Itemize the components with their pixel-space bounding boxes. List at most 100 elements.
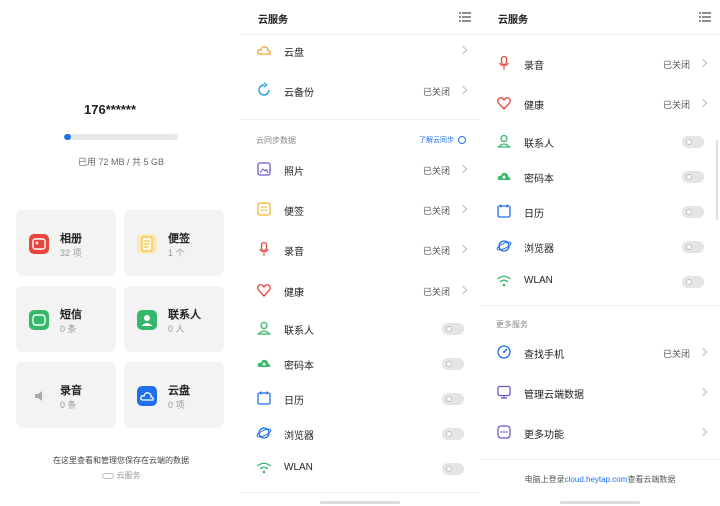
row-health[interactable]: 健康 已关闭 xyxy=(496,86,708,122)
cloud-settings-scrolled-screen: 云服务 录音 已关闭 健康 已关闭 联系人 密码本 日历 浏览器 WLAN 更多… xyxy=(480,0,720,506)
row-label: 联系人 xyxy=(524,139,554,150)
tile-count: 32 项 xyxy=(60,248,82,258)
row-password-book: 密码本 xyxy=(496,159,706,195)
sync-toggle-calendar[interactable] xyxy=(442,393,464,405)
tile-title: 短信 xyxy=(60,309,82,321)
row-find-phone[interactable]: 查找手机 已关闭 xyxy=(496,335,708,371)
section-label-sync: 云同步数据 xyxy=(256,136,296,145)
tile-count: 0 条 xyxy=(60,324,77,334)
sync-toggle-calendar[interactable] xyxy=(682,206,704,218)
section-label-more-services: 更多服务 xyxy=(496,320,528,329)
brand-label: 云服务 xyxy=(16,470,226,481)
cloud-key-icon xyxy=(257,359,271,367)
row-recorder[interactable]: 录音 已关闭 xyxy=(256,232,468,268)
photo-icon xyxy=(257,162,271,176)
storage-usage-text: 已用 72 MB / 共 5 GB xyxy=(77,157,165,167)
chevron-right-icon xyxy=(698,98,708,108)
photo-album-icon xyxy=(29,234,49,254)
cloud-service-logo-icon xyxy=(101,472,114,479)
bottom-divider xyxy=(480,459,720,465)
row-label: 照片 xyxy=(284,167,304,178)
cloud-drive-icon xyxy=(137,386,157,406)
row-label: 日历 xyxy=(524,209,544,220)
tile-count: 0 项 xyxy=(168,400,185,410)
row-notes[interactable]: 便签 已关闭 xyxy=(256,192,468,228)
browser-icon xyxy=(496,240,512,252)
header-divider xyxy=(480,34,720,35)
tile-photo-album[interactable]: 相册 32 项 xyxy=(16,210,116,276)
tile-contacts[interactable]: 联系人 0 人 xyxy=(124,286,224,352)
row-label: 查找手机 xyxy=(524,350,564,361)
row-label: 管理云端数据 xyxy=(524,390,584,401)
row-more-features[interactable]: 更多功能 xyxy=(496,415,708,451)
tile-notes[interactable]: 便签 1 个 xyxy=(124,210,224,276)
messages-icon xyxy=(29,310,49,330)
chevron-right-icon xyxy=(458,45,468,55)
web-login-hint-prefix: 电脑上登录 xyxy=(524,475,565,484)
row-wlan: WLAN xyxy=(256,451,466,487)
chevron-right-icon xyxy=(458,85,468,95)
scrollbar-thumb[interactable] xyxy=(716,140,718,220)
sync-toggle-password-book[interactable] xyxy=(682,171,704,183)
web-login-hint: 电脑上登录cloud.heytap.com查看云端数据 xyxy=(480,474,720,485)
find-phone-icon xyxy=(497,345,511,359)
row-label: 日历 xyxy=(284,396,304,407)
row-cloud-backup[interactable]: 云备份 已关闭 xyxy=(256,73,468,109)
sync-toggle-wlan[interactable] xyxy=(682,276,704,288)
row-manage-cloud-data[interactable]: 管理云端数据 xyxy=(496,375,708,411)
data-tiles-grid: 相册 32 项 便签 1 个 短信 0 条 联系人 0 人 录音 0 条 云盘 … xyxy=(16,210,226,428)
chevron-right-icon xyxy=(458,204,468,214)
chevron-right-icon xyxy=(458,244,468,254)
chevron-right-icon xyxy=(698,427,708,437)
cloud-backup-icon xyxy=(258,82,270,96)
row-label: 录音 xyxy=(524,61,544,72)
recorder-icon xyxy=(29,386,49,406)
contact-icon xyxy=(497,134,511,148)
row-label: 便签 xyxy=(284,207,304,218)
row-status: 已关闭 xyxy=(422,206,450,216)
web-login-url-link[interactable]: cloud.heytap.com xyxy=(565,475,628,484)
home-indicator xyxy=(320,501,400,504)
row-label: 健康 xyxy=(524,101,544,112)
tile-recorder[interactable]: 录音 0 条 xyxy=(16,362,116,428)
brand-text: 云服务 xyxy=(116,471,141,480)
row-health[interactable]: 健康 已关闭 xyxy=(256,273,468,309)
contact-icon xyxy=(257,321,271,335)
sync-toggle-browser[interactable] xyxy=(682,241,704,253)
chevron-right-icon xyxy=(698,387,708,397)
row-calendar: 日历 xyxy=(256,381,466,417)
chevron-right-icon xyxy=(458,285,468,295)
row-recorder[interactable]: 录音 已关闭 xyxy=(496,46,708,82)
sync-toggle-contacts[interactable] xyxy=(442,323,464,335)
row-label: 密码本 xyxy=(284,361,314,372)
row-status: 已关闭 xyxy=(422,87,450,97)
row-label: 浏览器 xyxy=(524,244,554,255)
row-status: 已关闭 xyxy=(662,100,690,110)
calendar-icon xyxy=(497,204,511,218)
tile-title: 相册 xyxy=(60,233,82,245)
web-login-hint-suffix: 查看云端数据 xyxy=(627,475,676,484)
contacts-icon xyxy=(137,310,157,330)
tile-messages[interactable]: 短信 0 条 xyxy=(16,286,116,352)
learn-sync-link-text: 了解云同步 xyxy=(419,137,454,144)
storage-quota-fill xyxy=(64,134,71,140)
sync-toggle-browser[interactable] xyxy=(442,428,464,440)
row-calendar: 日历 xyxy=(496,194,706,230)
tile-count: 0 条 xyxy=(60,400,77,410)
storage-quota-bar xyxy=(64,134,178,140)
more-features-icon xyxy=(497,425,511,439)
sync-toggle-contacts[interactable] xyxy=(682,136,704,148)
cloud-drive-icon xyxy=(257,46,271,55)
sync-toggle-wlan[interactable] xyxy=(442,463,464,475)
list-menu-icon[interactable] xyxy=(459,12,471,22)
learn-sync-link[interactable]: 了解云同步 xyxy=(419,135,466,145)
row-photos[interactable]: 照片 已关闭 xyxy=(256,152,468,188)
tile-cloud-drive[interactable]: 云盘 0 项 xyxy=(124,362,224,428)
row-label: 健康 xyxy=(284,288,304,299)
list-menu-icon[interactable] xyxy=(699,12,711,22)
tile-title: 录音 xyxy=(60,385,82,397)
heart-icon xyxy=(497,97,511,110)
cloud-settings-screen: 云服务 云盘 云备份 已关闭 云同步数据 了解云同步 照片 已关闭 便签 已关闭… xyxy=(240,0,480,506)
row-cloud-drive[interactable]: 云盘 xyxy=(256,33,468,69)
sync-toggle-password-book[interactable] xyxy=(442,358,464,370)
